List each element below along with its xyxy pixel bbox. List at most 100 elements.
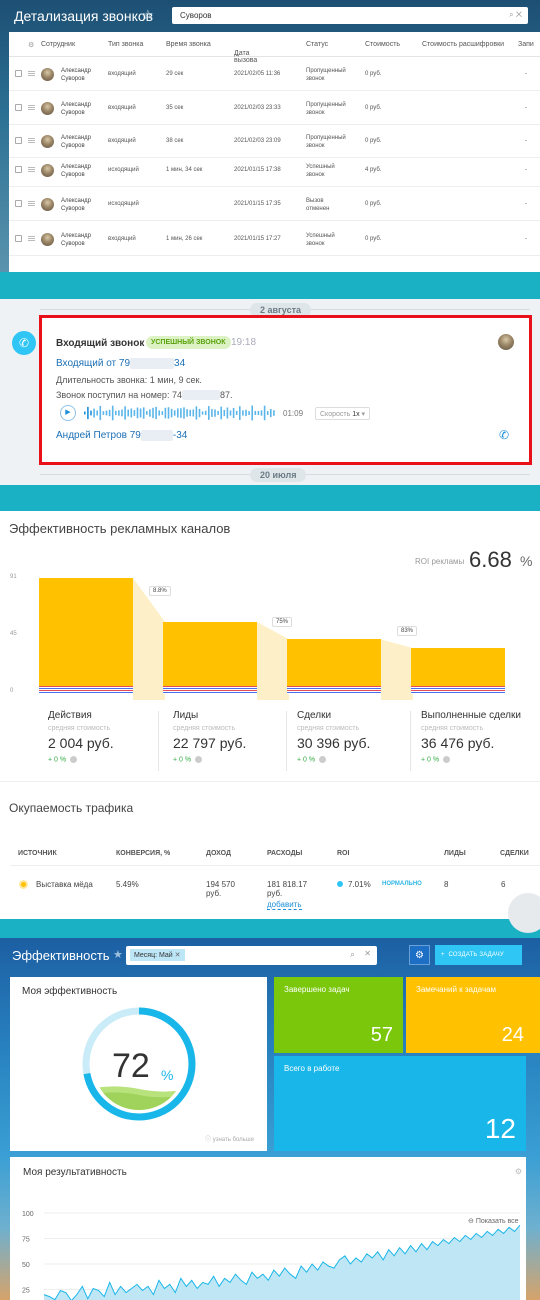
tile-label: Всего в работе bbox=[284, 1064, 340, 1073]
row-checkbox[interactable] bbox=[15, 166, 22, 173]
table-row[interactable]: Александр Суворов исходящий 1 мин, 34 сек 2… bbox=[9, 154, 540, 187]
call-status: Вызов отменен bbox=[306, 198, 330, 212]
source-name[interactable]: Выставка мёда bbox=[36, 880, 93, 889]
wave-bar bbox=[235, 410, 238, 415]
row-checkbox[interactable] bbox=[15, 104, 22, 111]
call-type: исходящий bbox=[108, 167, 139, 173]
wave-bar bbox=[124, 406, 126, 420]
stage-value: 36 476 руб. bbox=[421, 735, 495, 751]
wave-bar bbox=[273, 410, 275, 416]
wave-bar bbox=[155, 406, 157, 420]
call-duration: 38 сек bbox=[166, 138, 184, 144]
wave-bar bbox=[248, 411, 250, 415]
employee-name[interactable]: Александр Суворов bbox=[61, 197, 107, 213]
filter-tag[interactable]: Месяц: Май ✕ bbox=[130, 949, 185, 961]
funnel-stage: Лиды средняя стоимость 22 797 руб. + 0 % bbox=[173, 710, 246, 763]
col-cost[interactable]: Стоимость bbox=[365, 41, 400, 48]
play-button[interactable]: ▶ bbox=[60, 405, 76, 421]
avatar[interactable] bbox=[41, 233, 54, 246]
col-duration[interactable]: Время звонка bbox=[166, 41, 211, 48]
search-icon[interactable]: ⌕ bbox=[350, 949, 355, 960]
add-expense-link[interactable]: добавить bbox=[267, 900, 302, 910]
row-checkbox[interactable] bbox=[15, 137, 22, 144]
star-icon[interactable]: ★ bbox=[113, 948, 123, 961]
row-checkbox[interactable] bbox=[15, 200, 22, 207]
wave-bar bbox=[170, 408, 173, 418]
table-row[interactable]: Александр Суворов исходящий 2021/01/15 17:… bbox=[9, 188, 540, 221]
tile-label: Завершено задач bbox=[284, 985, 350, 994]
table-row[interactable]: Александр Суворов входящий 1 мин, 26 сек 20… bbox=[9, 223, 540, 256]
avatar[interactable] bbox=[41, 68, 54, 81]
avatar[interactable] bbox=[498, 334, 514, 350]
employee-name[interactable]: Александр Суворов bbox=[61, 101, 107, 117]
wave-bar bbox=[195, 406, 198, 420]
settings-icon[interactable]: ⚙ bbox=[515, 1167, 522, 1176]
call-status: Пропущенный звонок bbox=[306, 68, 346, 82]
scroll-button[interactable] bbox=[508, 893, 540, 933]
col-decode-cost[interactable]: Стоимость расшифровки bbox=[422, 41, 504, 48]
wave-bar bbox=[158, 410, 160, 416]
stage-delta: + 0 % bbox=[421, 756, 521, 763]
from-link[interactable]: Входящий от 79x34 bbox=[56, 358, 185, 369]
row-checkbox[interactable] bbox=[15, 70, 22, 77]
row-menu-icon[interactable] bbox=[28, 71, 35, 76]
wave-bar bbox=[152, 407, 154, 419]
avatar[interactable] bbox=[41, 102, 54, 115]
close-icon[interactable]: ✕ bbox=[364, 949, 371, 958]
row-menu-icon[interactable] bbox=[28, 236, 35, 241]
info-icon bbox=[195, 756, 203, 763]
employee-name[interactable]: Александр Суворов bbox=[61, 134, 107, 150]
wave-bar bbox=[90, 410, 92, 416]
col-employee[interactable]: Сотрудник bbox=[41, 41, 75, 48]
search-icon[interactable]: ⌕ bbox=[509, 10, 513, 19]
table-row[interactable]: Александр Суворов входящий 35 сек 2021/02/0… bbox=[9, 92, 540, 125]
avatar[interactable] bbox=[41, 164, 54, 177]
table-row[interactable]: Александр Суворов входящий 29 сек 2021/02/0… bbox=[9, 58, 540, 91]
row-menu-icon[interactable] bbox=[28, 105, 35, 110]
funnel-bar bbox=[163, 621, 257, 692]
col-record[interactable]: Запи bbox=[518, 41, 534, 48]
col-status[interactable]: Статус bbox=[306, 41, 328, 48]
call-duration: 1 мин, 26 сек bbox=[166, 236, 203, 242]
col-type[interactable]: Тип звонка bbox=[108, 41, 143, 48]
call-cost: 0 руб. bbox=[365, 236, 382, 242]
settings-icon[interactable]: ⚙ bbox=[28, 41, 34, 49]
call-back-icon[interactable]: ✆ bbox=[499, 428, 509, 442]
divider bbox=[158, 711, 159, 771]
wave-bar bbox=[180, 408, 182, 418]
wave-bar bbox=[84, 411, 86, 415]
row-menu-icon[interactable] bbox=[28, 138, 35, 143]
wave-bar bbox=[164, 407, 167, 419]
create-task-button[interactable]: + СОЗДАТЬ ЗАДАЧУ bbox=[435, 945, 522, 965]
close-icon[interactable]: ✕ bbox=[516, 10, 522, 19]
employee-name[interactable]: Александр Суворов bbox=[61, 67, 107, 83]
funnel-connector bbox=[381, 639, 413, 700]
gear-icon[interactable]: ⚙ bbox=[409, 945, 430, 965]
employee-name[interactable]: Александр Суворов bbox=[61, 163, 107, 179]
row-menu-icon[interactable] bbox=[28, 201, 35, 206]
speed-select[interactable]: Скорость 1x ▾ bbox=[315, 407, 371, 420]
avatar[interactable] bbox=[41, 135, 54, 148]
wave-bar bbox=[96, 410, 98, 416]
y-tick-label: 45 bbox=[10, 631, 17, 637]
wave-bar bbox=[266, 411, 269, 415]
contact-link[interactable]: Андрей Петров 79x-34 bbox=[56, 430, 187, 441]
roi-label: ROI рекламы bbox=[415, 557, 465, 566]
tile-in-progress[interactable]: Всего в работе 12 bbox=[274, 1056, 526, 1151]
call-duration: Длительность звонка: 1 мин, 9 сек. bbox=[56, 375, 202, 385]
filter-input[interactable]: Месяц: Май ✕ ⌕ ✕ bbox=[126, 946, 377, 965]
learn-more-link[interactable]: ⓘ узнать больше bbox=[205, 1134, 254, 1143]
row-checkbox[interactable] bbox=[15, 235, 22, 242]
wave-bar bbox=[189, 409, 191, 417]
funnel-stage: Выполненные сделки средняя стоимость 36 47… bbox=[421, 710, 521, 763]
audio-waveform[interactable] bbox=[82, 403, 280, 423]
search-input[interactable]: Суворов ⌕ ✕ bbox=[172, 7, 528, 24]
employee-name[interactable]: Александр Суворов bbox=[61, 232, 107, 248]
row-menu-icon[interactable] bbox=[28, 167, 35, 172]
avatar[interactable] bbox=[41, 198, 54, 211]
tile-remarks[interactable]: Замечаний к задачам 24 bbox=[406, 977, 540, 1053]
wave-bar bbox=[108, 409, 111, 417]
star-icon[interactable]: ☆ bbox=[142, 7, 154, 23]
tile-completed[interactable]: Завершено задач 57 bbox=[274, 977, 403, 1053]
wave-bar bbox=[167, 407, 170, 419]
